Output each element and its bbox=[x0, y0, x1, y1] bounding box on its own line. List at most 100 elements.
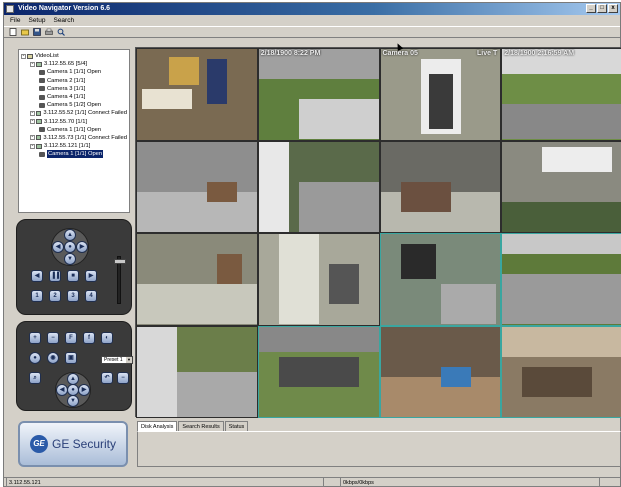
tree-item[interactable]: - VideoList bbox=[21, 52, 127, 60]
camera-feed-tile[interactable] bbox=[136, 233, 258, 326]
channel-2-button[interactable]: 2 bbox=[49, 290, 61, 302]
rewind-button[interactable]: ◀ bbox=[31, 270, 43, 282]
tree-item[interactable]: - 3.112.55.52 [1/1] Connect Failed bbox=[21, 109, 127, 117]
camera-icon[interactable]: ▣ bbox=[65, 352, 77, 364]
speed-slider[interactable] bbox=[114, 256, 126, 304]
camera-feed-tile[interactable] bbox=[136, 140, 258, 233]
preset-select[interactable]: Preset 1 ▼ bbox=[101, 356, 133, 364]
dvr-icon bbox=[36, 119, 42, 125]
status-address: 3.112.55.121 bbox=[6, 478, 324, 487]
tree-item[interactable]: Camera 1 [1/1] Open bbox=[21, 126, 127, 134]
minus-icon[interactable]: − bbox=[117, 372, 129, 384]
video-content bbox=[137, 284, 257, 324]
pan-left-button[interactable]: ◀ bbox=[52, 241, 64, 253]
tree-item-label: 3.112.55.73 [1/1] Connect Failed bbox=[43, 134, 127, 141]
video-content bbox=[258, 326, 379, 352]
camera-feed-tile[interactable] bbox=[379, 140, 502, 233]
chevron-down-icon: ▼ bbox=[126, 357, 132, 363]
camera-feed-tile[interactable] bbox=[501, 140, 621, 233]
brand-name: GE Security bbox=[51, 437, 117, 451]
video-content bbox=[298, 181, 379, 232]
camera-feed-tile[interactable]: 2/18/1900 2:16:59 AM bbox=[501, 48, 621, 141]
camera-feed-tile[interactable]: 2/18/1900 8:22 PM bbox=[257, 48, 380, 141]
open-icon[interactable] bbox=[20, 28, 29, 37]
video-content bbox=[142, 89, 192, 109]
focus-far-icon[interactable]: f bbox=[83, 332, 95, 344]
menu-search[interactable]: Search bbox=[53, 15, 74, 26]
minimize-button[interactable]: _ bbox=[586, 4, 596, 13]
expander-icon[interactable]: - bbox=[30, 61, 35, 67]
cam-down-button[interactable]: ▼ bbox=[67, 395, 79, 407]
video-content bbox=[428, 74, 453, 129]
camera-feed-tile[interactable]: Camera 05 Live T bbox=[379, 48, 502, 141]
speed-slider-thumb[interactable] bbox=[114, 259, 126, 264]
search-icon[interactable]: ⌕ bbox=[29, 372, 41, 384]
camera-feed-tile[interactable] bbox=[136, 48, 258, 141]
expander-icon[interactable]: - bbox=[30, 135, 35, 141]
play-button[interactable]: ▶ bbox=[85, 270, 97, 282]
title-bar: Video Navigator Version 6.6 _ □ x bbox=[4, 3, 620, 15]
menu-file[interactable]: File bbox=[10, 15, 20, 26]
video-content bbox=[278, 234, 319, 324]
dvr-icon bbox=[36, 143, 42, 149]
pause-button[interactable]: ▐▐ bbox=[49, 270, 61, 282]
camera-feed-tile[interactable] bbox=[379, 233, 502, 326]
zoom-in-icon[interactable]: + bbox=[29, 332, 41, 344]
zoom-icon[interactable] bbox=[56, 28, 65, 37]
undo-icon[interactable]: ↶ bbox=[101, 372, 113, 384]
snapshot-icon[interactable]: ◉ bbox=[47, 352, 59, 364]
tilt-down-button[interactable]: ▼ bbox=[64, 253, 76, 265]
expander-icon[interactable]: - bbox=[21, 53, 26, 59]
ptz-home-button[interactable]: ● bbox=[64, 241, 76, 253]
ptz-control-panel: ▲ ▼ ◀ ▶ ● ◀ ▐▐ ■ ▶ 1 2 3 4 bbox=[16, 219, 132, 315]
tree-item[interactable]: Camera 1 [1/1] Open bbox=[21, 150, 127, 159]
menu-setup[interactable]: Setup bbox=[28, 15, 45, 26]
video-content bbox=[207, 59, 227, 104]
tree-item[interactable]: Camera 3 [1/1] bbox=[21, 85, 127, 93]
video-grid[interactable]: 2/18/1900 8:22 PM Camera 05 Live T 2/18/190… bbox=[135, 47, 621, 418]
close-button[interactable]: x bbox=[608, 4, 618, 13]
print-icon[interactable] bbox=[44, 28, 53, 37]
channel-4-button[interactable]: 4 bbox=[85, 290, 97, 302]
camera-feed-tile[interactable] bbox=[379, 325, 502, 418]
zoom-out-icon[interactable]: − bbox=[47, 332, 59, 344]
new-icon[interactable] bbox=[8, 28, 17, 37]
iris-icon[interactable]: ◐ bbox=[101, 332, 113, 344]
pan-right-button[interactable]: ▶ bbox=[76, 241, 88, 253]
video-content bbox=[207, 181, 237, 202]
camera-control-panel: + − F f ◐ ● ◉ ▣ Preset 1 ▼ ⌕ ▲ ▼ ◀ ▶ ● ↶… bbox=[16, 321, 133, 411]
maximize-button[interactable]: □ bbox=[597, 4, 607, 13]
tree-item-label: Camera 1 [1/1] Open bbox=[47, 126, 102, 133]
camera-feed-tile[interactable] bbox=[501, 233, 621, 326]
tree-item[interactable]: - 3.112.55.65 [5/4] bbox=[21, 60, 127, 68]
focus-near-icon[interactable]: F bbox=[65, 332, 77, 344]
camera-feed-tile[interactable] bbox=[257, 140, 380, 233]
channel-1-button[interactable]: 1 bbox=[31, 290, 43, 302]
video-content bbox=[502, 104, 621, 139]
tree-item[interactable]: Camera 5 [1/2] Open bbox=[21, 101, 127, 109]
expander-icon[interactable]: - bbox=[30, 143, 35, 149]
stop-button[interactable]: ■ bbox=[67, 270, 79, 282]
camera-feed-tile[interactable] bbox=[257, 233, 380, 326]
expander-icon[interactable]: - bbox=[30, 119, 35, 125]
tree-item[interactable]: - 3.112.55.121 [1/1] bbox=[21, 142, 127, 150]
device-tree[interactable]: - VideoList -3.112.55.65 [5/4] Camera 1 [1/… bbox=[18, 49, 130, 213]
tree-item[interactable]: Camera 1 [1/1] Open bbox=[21, 68, 127, 76]
camera-feed-tile[interactable] bbox=[257, 325, 380, 418]
record-icon[interactable]: ● bbox=[29, 352, 41, 364]
expander-icon[interactable]: - bbox=[30, 110, 35, 116]
channel-3-button[interactable]: 3 bbox=[67, 290, 79, 302]
tree-item[interactable]: Camera 4 [1/1] bbox=[21, 93, 127, 101]
camera-icon bbox=[39, 102, 45, 108]
camera-feed-tile[interactable] bbox=[136, 325, 258, 418]
video-content bbox=[137, 191, 257, 232]
save-icon[interactable] bbox=[32, 28, 41, 37]
camera-feed-tile[interactable] bbox=[501, 325, 621, 418]
tilt-up-button[interactable]: ▲ bbox=[64, 229, 76, 241]
tree-item[interactable]: - 3.112.55.70 [1/1] bbox=[21, 118, 127, 126]
tree-item[interactable]: - 3.112.55.73 [1/1] Connect Failed bbox=[21, 134, 127, 142]
camera-icon bbox=[39, 78, 45, 84]
cam-right-button[interactable]: ▶ bbox=[78, 384, 90, 396]
tree-item[interactable]: Camera 2 [1/1] bbox=[21, 77, 127, 85]
cam-center-button[interactable]: ● bbox=[67, 384, 79, 396]
